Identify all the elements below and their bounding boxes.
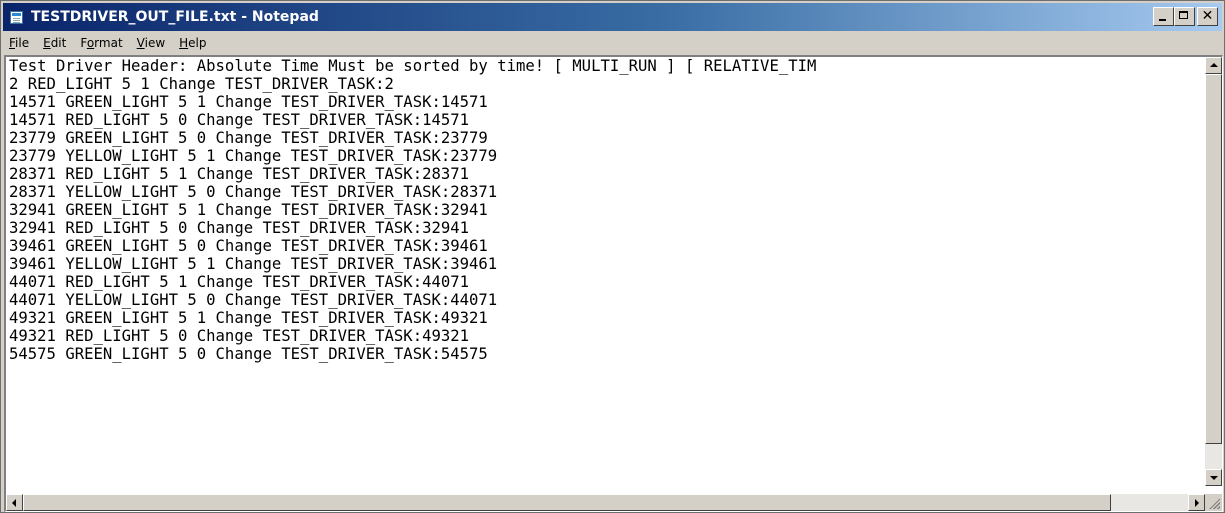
menu-format-label: rmat: [94, 36, 123, 50]
arrow-left-icon: [12, 499, 16, 507]
menu-help-label: elp: [188, 36, 207, 50]
close-icon: ✕: [1201, 8, 1214, 24]
text-line: 2 RED_LIGHT 5 1 Change TEST_DRIVER_TASK:…: [9, 75, 394, 93]
document-text[interactable]: Test Driver Header: Absolute Time Must b…: [9, 57, 1201, 486]
minimize-button[interactable]: [1153, 7, 1174, 26]
menu-file-label: ile: [15, 36, 30, 50]
text-line: 49321 GREEN_LIGHT 5 1 Change TEST_DRIVER…: [9, 309, 488, 327]
menu-edit-accelerator: E: [43, 36, 51, 50]
menu-view[interactable]: View: [130, 32, 172, 54]
vertical-scroll-thumb[interactable]: [1205, 74, 1222, 444]
notepad-app-icon[interactable]: [9, 9, 25, 25]
scroll-left-button[interactable]: [6, 494, 23, 511]
notepad-window: TESTDRIVER_OUT_FILE.txt - Notepad ✕ File…: [0, 0, 1225, 513]
text-line: 39461 GREEN_LIGHT 5 0 Change TEST_DRIVER…: [9, 237, 488, 255]
menu-help-accelerator: H: [179, 36, 189, 50]
text-line: 23779 GREEN_LIGHT 5 0 Change TEST_DRIVER…: [9, 129, 488, 147]
scroll-down-button[interactable]: [1205, 469, 1222, 486]
menu-edit-label: dit: [50, 36, 67, 50]
arrow-down-icon: [1210, 476, 1218, 480]
menu-edit[interactable]: Edit: [36, 32, 73, 54]
text-line: 39461 YELLOW_LIGHT 5 1 Change TEST_DRIVE…: [9, 255, 498, 273]
menu-file[interactable]: File: [3, 32, 36, 54]
text-editor[interactable]: Test Driver Header: Absolute Time Must b…: [4, 55, 1223, 512]
menu-format[interactable]: Format: [73, 32, 129, 54]
text-line: 14571 RED_LIGHT 5 0 Change TEST_DRIVER_T…: [9, 111, 470, 129]
scroll-right-button[interactable]: [1188, 494, 1205, 511]
text-line: 28371 YELLOW_LIGHT 5 0 Change TEST_DRIVE…: [9, 183, 498, 201]
close-button[interactable]: ✕: [1197, 7, 1218, 26]
menu-bar: File Edit Format View Help: [3, 32, 1222, 54]
text-line: 44071 RED_LIGHT 5 1 Change TEST_DRIVER_T…: [9, 273, 470, 291]
menu-help[interactable]: Help: [172, 32, 213, 54]
arrow-up-icon: [1210, 63, 1218, 67]
arrow-right-icon: [1195, 499, 1199, 507]
text-line: Test Driver Header: Absolute Time Must b…: [9, 57, 817, 75]
text-line: 28371 RED_LIGHT 5 1 Change TEST_DRIVER_T…: [9, 165, 470, 183]
menu-view-accelerator: V: [136, 36, 145, 50]
text-line: 23779 YELLOW_LIGHT 5 1 Change TEST_DRIVE…: [9, 147, 498, 165]
maximize-icon: [1175, 8, 1194, 25]
scroll-up-button[interactable]: [1205, 57, 1222, 74]
size-grip-icon[interactable]: [1205, 494, 1222, 511]
text-line: 54575 GREEN_LIGHT 5 0 Change TEST_DRIVER…: [9, 345, 488, 363]
minimize-icon: [1154, 8, 1173, 25]
title-bar[interactable]: TESTDRIVER_OUT_FILE.txt - Notepad ✕: [3, 3, 1222, 31]
horizontal-scroll-thumb[interactable]: [23, 494, 1111, 511]
menu-view-label: iew: [144, 36, 166, 50]
horizontal-scrollbar[interactable]: [6, 494, 1205, 511]
vertical-scrollbar[interactable]: [1205, 57, 1222, 486]
caption-buttons: ✕: [1153, 7, 1218, 26]
text-line: 32941 RED_LIGHT 5 0 Change TEST_DRIVER_T…: [9, 219, 470, 237]
text-line: 49321 RED_LIGHT 5 0 Change TEST_DRIVER_T…: [9, 327, 470, 345]
text-line: 32941 GREEN_LIGHT 5 1 Change TEST_DRIVER…: [9, 201, 488, 219]
maximize-button[interactable]: [1174, 7, 1195, 26]
text-line: 14571 GREEN_LIGHT 5 1 Change TEST_DRIVER…: [9, 93, 488, 111]
text-line: 44071 YELLOW_LIGHT 5 0 Change TEST_DRIVE…: [9, 291, 498, 309]
window-title: TESTDRIVER_OUT_FILE.txt - Notepad: [31, 9, 319, 25]
